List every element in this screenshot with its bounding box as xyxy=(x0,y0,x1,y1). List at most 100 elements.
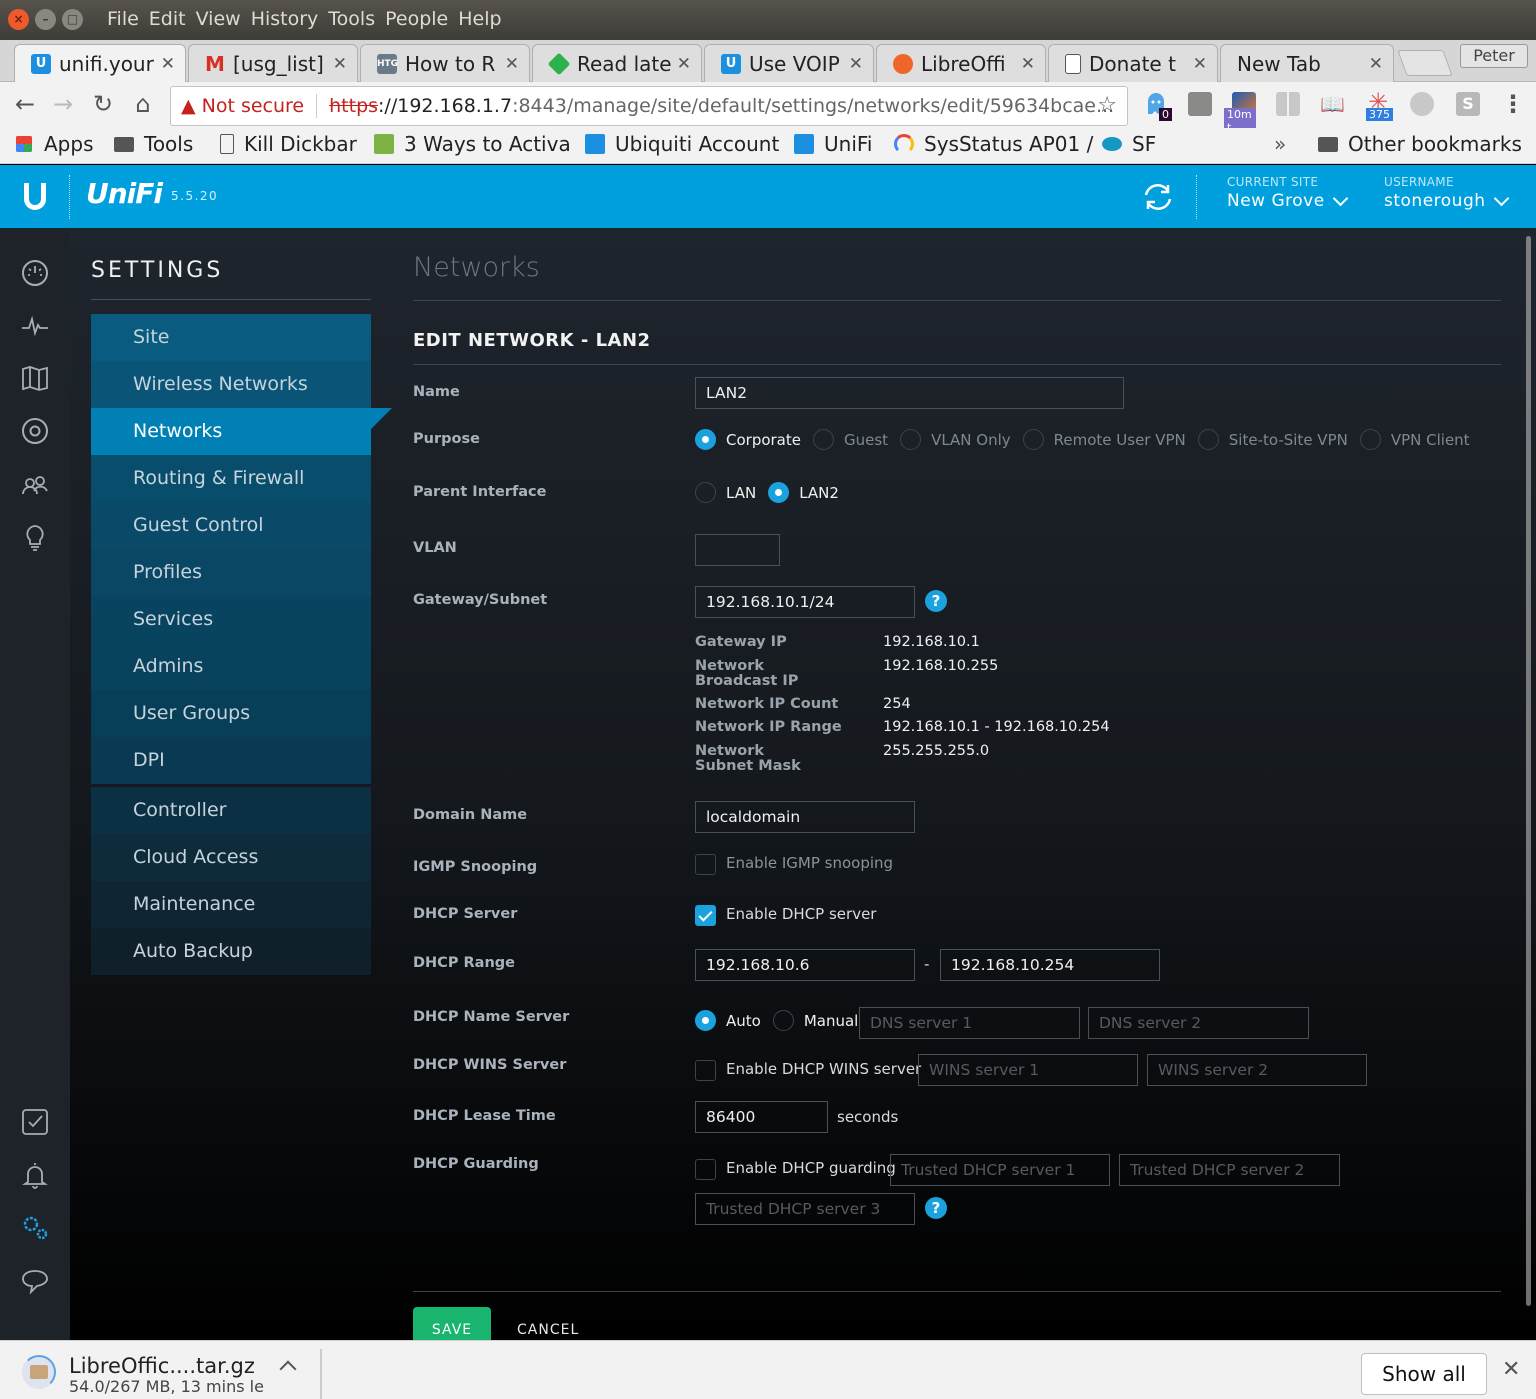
settings-nav-profiles[interactable]: Profiles xyxy=(91,549,371,596)
lease-time-input[interactable] xyxy=(695,1101,828,1133)
close-icon[interactable]: ✕ xyxy=(1502,1357,1520,1382)
browser-tab[interactable]: HTG How to R ✕ xyxy=(360,44,530,82)
bookmark-3-ways[interactable]: 3 Ways to Activa xyxy=(374,132,574,156)
bookmark-sysstatus[interactable]: SysStatus AP01 / xyxy=(894,132,1094,156)
menu-view[interactable]: View xyxy=(196,8,241,30)
settings-nav-maintenance[interactable]: Maintenance xyxy=(91,881,371,928)
browser-tab[interactable]: Read late ✕ xyxy=(532,44,702,82)
menu-tools[interactable]: Tools xyxy=(328,8,375,30)
trusted-dhcp-1-input[interactable] xyxy=(890,1154,1110,1186)
window-close-button[interactable]: × xyxy=(8,9,29,30)
chat-icon[interactable] xyxy=(20,1266,50,1296)
vlan-input[interactable] xyxy=(695,534,780,566)
igmp-checkbox[interactable] xyxy=(695,854,716,875)
purpose-guest-radio[interactable] xyxy=(813,429,834,450)
browser-tab[interactable]: U unifi.your ✕ xyxy=(14,44,186,82)
settings-nav-wireless-networks[interactable]: Wireless Networks xyxy=(91,361,371,408)
window-maximize-button[interactable]: □ xyxy=(62,9,83,30)
s-extension-icon[interactable]: S xyxy=(1456,92,1480,116)
ghostery-icon[interactable]: 0 xyxy=(1145,92,1172,121)
menu-file[interactable]: File xyxy=(107,8,139,30)
chevron-up-icon[interactable] xyxy=(279,1360,297,1378)
plug-icon[interactable] xyxy=(1188,92,1212,116)
menu-help[interactable]: Help xyxy=(458,8,501,30)
domain-name-input[interactable] xyxy=(695,801,915,833)
settings-nav-dpi[interactable]: DPI xyxy=(91,737,371,784)
grid-extension-icon[interactable] xyxy=(1276,92,1300,116)
back-button[interactable]: ← xyxy=(10,90,40,118)
user-menu[interactable]: USERNAME stonerough xyxy=(1384,175,1509,211)
cancel-button[interactable]: CANCEL xyxy=(517,1322,579,1338)
clients-icon[interactable] xyxy=(20,470,50,500)
tab-close-icon[interactable]: ✕ xyxy=(1021,54,1035,74)
browser-menu-icon[interactable]: ⋮ xyxy=(1498,90,1528,118)
tab-close-icon[interactable]: ✕ xyxy=(333,54,347,74)
bookmark-star-icon[interactable]: ☆ xyxy=(1097,93,1117,118)
bookmark-tools[interactable]: Tools xyxy=(114,132,193,156)
dns-auto-radio[interactable] xyxy=(695,1010,716,1031)
settings-nav-user-groups[interactable]: User Groups xyxy=(91,690,371,737)
reader-icon[interactable]: 📖 xyxy=(1320,92,1345,116)
browser-tab[interactable]: U Use VOIP ✕ xyxy=(704,44,874,82)
browser-tab[interactable]: New Tab ✕ xyxy=(1220,44,1394,82)
dhcp-range-end-input[interactable] xyxy=(940,949,1160,981)
tab-close-icon[interactable]: ✕ xyxy=(1369,54,1383,74)
parent-lan-radio[interactable] xyxy=(695,482,716,503)
tab-close-icon[interactable]: ✕ xyxy=(161,54,175,74)
trusted-dhcp-3-input[interactable] xyxy=(695,1193,915,1225)
browser-tab[interactable]: Donate t ✕ xyxy=(1048,44,1218,82)
reload-button[interactable]: ↻ xyxy=(88,90,118,118)
save-button[interactable]: SAVE xyxy=(413,1307,491,1340)
insights-icon[interactable] xyxy=(20,523,50,553)
bookmark-apps[interactable]: Apps xyxy=(14,132,94,156)
trusted-dhcp-2-input[interactable] xyxy=(1119,1154,1340,1186)
dhcp-range-start-input[interactable] xyxy=(695,949,915,981)
purpose-corporate-radio[interactable] xyxy=(695,429,716,450)
help-icon[interactable]: ? xyxy=(925,1197,947,1219)
menu-people[interactable]: People xyxy=(385,8,448,30)
gateway-subnet-input[interactable] xyxy=(695,586,915,618)
disconnect-icon[interactable] xyxy=(1410,92,1434,116)
other-bookmarks[interactable]: Other bookmarks xyxy=(1318,132,1522,156)
settings-nav-site[interactable]: Site xyxy=(91,314,371,361)
settings-nav-routing-firewall[interactable]: Routing & Firewall xyxy=(91,455,371,502)
current-site-selector[interactable]: CURRENT SITE New Grove xyxy=(1227,175,1348,211)
map-icon[interactable] xyxy=(20,363,50,393)
browser-tab[interactable]: LibreOffi ✕ xyxy=(876,44,1046,82)
bookmarks-overflow-button[interactable]: » xyxy=(1274,132,1286,156)
window-minimize-button[interactable]: – xyxy=(35,9,56,30)
purpose-vpn-client-radio[interactable] xyxy=(1359,429,1381,450)
name-input[interactable] xyxy=(695,377,1124,409)
forward-button[interactable]: → xyxy=(48,90,78,118)
statistics-icon[interactable] xyxy=(20,311,50,341)
tab-close-icon[interactable]: ✕ xyxy=(505,54,519,74)
settings-nav-guest-control[interactable]: Guest Control xyxy=(91,502,371,549)
dns-server-2-input[interactable] xyxy=(1088,1007,1309,1039)
menu-history[interactable]: History xyxy=(251,8,319,30)
dns-server-1-input[interactable] xyxy=(859,1007,1080,1039)
settings-nav-cloud-access[interactable]: Cloud Access xyxy=(91,834,371,881)
bookmark-kill-dickbar[interactable]: Kill Dickbar xyxy=(220,132,357,156)
wins-server-2-input[interactable] xyxy=(1147,1054,1367,1086)
settings-nav-controller[interactable]: Controller xyxy=(91,787,371,834)
menu-edit[interactable]: Edit xyxy=(149,8,186,30)
settings-nav-auto-backup[interactable]: Auto Backup xyxy=(91,928,371,975)
purpose-site-to-site-vpn-radio[interactable] xyxy=(1197,429,1219,450)
refresh-icon[interactable] xyxy=(1141,181,1175,213)
counter-extension-icon[interactable]: ✳ 375 xyxy=(1366,90,1393,121)
purpose-vlan-only-radio[interactable] xyxy=(900,429,922,450)
new-tab-button[interactable] xyxy=(1397,50,1453,76)
devices-icon[interactable] xyxy=(20,416,50,446)
home-button[interactable]: ⌂ xyxy=(128,90,158,118)
address-bar[interactable]: ▲ Not secure https ://192.168.1.7 :8443/… xyxy=(170,86,1128,126)
bookmark-ubiquiti-account[interactable]: Ubiquiti Account xyxy=(585,132,779,156)
dhcp-guarding-checkbox[interactable] xyxy=(695,1159,716,1180)
page-scrollbar[interactable] xyxy=(1526,236,1531,1306)
dhcp-server-checkbox[interactable] xyxy=(695,905,716,926)
show-all-button[interactable]: Show all xyxy=(1361,1353,1487,1395)
tab-close-icon[interactable]: ✕ xyxy=(677,54,691,74)
dns-manual-radio[interactable] xyxy=(772,1010,794,1031)
bookmark-unifi[interactable]: UniFi xyxy=(794,132,872,156)
parent-lan2-radio[interactable] xyxy=(768,482,790,503)
settings-icon[interactable] xyxy=(20,1213,50,1243)
